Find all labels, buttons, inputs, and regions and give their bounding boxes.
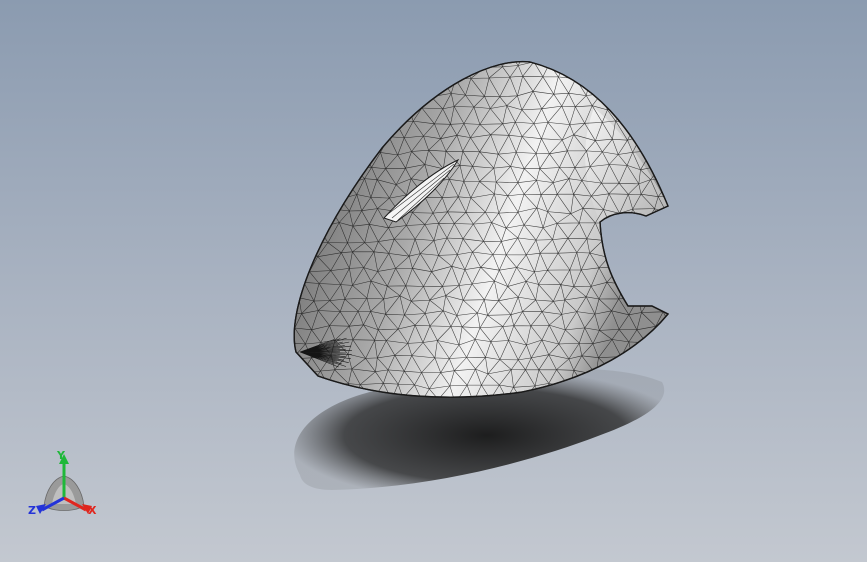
- x-axis-label: X: [88, 504, 97, 517]
- y-axis-label: Y: [57, 449, 65, 462]
- reference-triad: Y Z X: [26, 446, 106, 522]
- graphics-viewport[interactable]: Y Z X: [0, 0, 867, 562]
- model-scene[interactable]: [0, 0, 867, 562]
- nose-cone-shell: [293, 60, 670, 398]
- z-axis-label: Z: [28, 504, 36, 517]
